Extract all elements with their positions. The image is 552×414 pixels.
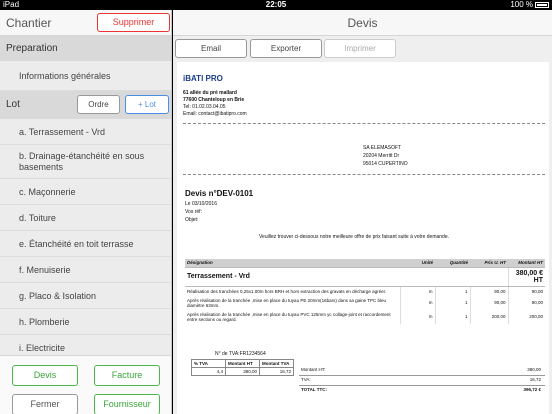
devis-button[interactable]: Devis — [12, 365, 78, 386]
divider — [183, 123, 545, 124]
lot-item[interactable]: b. Drainage-étanchéité en sous basements — [0, 145, 171, 179]
table-header-row: Désignation Unité Quantité Prix U. HT Mo… — [185, 259, 545, 267]
devis-document[interactable]: iBATI PRO 61 allée du pré mallard 77600 … — [177, 62, 549, 414]
battery-indicator: 100 % — [510, 0, 549, 10]
devis-date: Le 03/10/2016 — [185, 201, 217, 207]
col-unite: Unité — [400, 259, 435, 267]
lot-item[interactable]: d. Toiture — [0, 205, 171, 231]
informations-generales-item[interactable]: Informations générales — [0, 61, 171, 91]
total-ttc-label: TOTAL TTC: — [301, 387, 327, 392]
lot-item[interactable]: i. Electricite — [0, 335, 171, 355]
section-total: 380,00 € HT — [507, 266, 545, 287]
table-row: Après réalisation de la tranchée ,mise e… — [185, 295, 545, 310]
row-pu: 90,00 — [469, 286, 508, 296]
row-total: 90,00 — [507, 286, 545, 296]
lot-item[interactable]: a. Terrassement - Vrd — [0, 119, 171, 145]
row-total: 200,00 — [507, 309, 545, 324]
lot-item[interactable]: f. Menuiserie — [0, 257, 171, 283]
section-preparation: Preparation — [0, 36, 171, 61]
fermer-button[interactable]: Fermer — [12, 394, 78, 414]
battery-percent: 100 % — [510, 0, 533, 9]
row-qty: 1 — [434, 286, 470, 296]
lot-label: Lot — [6, 99, 20, 110]
tva-ht: 380,00 — [225, 367, 260, 376]
devis-number: Devis n°DEV-0101 — [185, 189, 254, 198]
company-tel: Tel: 01.02.03.04.05 — [183, 104, 226, 110]
tva-label: TVA: — [301, 377, 311, 382]
col-prix-u: Prix U. HT — [470, 259, 508, 267]
ordre-button[interactable]: Ordre — [77, 95, 120, 114]
divider — [299, 375, 545, 376]
status-bar: iPad 22:05 100 % — [0, 0, 552, 10]
company-address2: 77600 Chanteloup en Brie — [183, 97, 245, 103]
lot-item[interactable]: g. Placo & Isolation — [0, 283, 171, 309]
tva-col-rate: % TVA — [191, 359, 226, 368]
imprimer-button[interactable]: Imprimer — [324, 39, 396, 58]
row-pu: 90,00 — [469, 295, 508, 310]
items-table: Désignation Unité Quantité Prix U. HT Mo… — [185, 259, 545, 324]
company-name: iBATI PRO — [183, 74, 223, 83]
row-designation: Après réalisation de la tranchée ,mise e… — [187, 297, 387, 308]
clock: 22:05 — [265, 0, 287, 9]
company-email: Email: contact@ibatipro.com — [183, 111, 247, 117]
col-designation: Désignation — [185, 259, 400, 267]
row-unit: m — [399, 309, 435, 324]
row-designation: Réalisation des tranchées 0,25x1.00m hor… — [187, 288, 387, 294]
devis-title: Devis — [347, 16, 378, 30]
lot-section-header: Lot Ordre + Lot — [0, 91, 171, 119]
table-row: Réalisation des tranchées 0,25x1.00m hor… — [185, 286, 545, 296]
row-unit: m — [399, 295, 435, 310]
lot-item[interactable]: h. Plomberie — [0, 309, 171, 335]
company-address1: 61 allée du pré mallard — [183, 90, 237, 96]
vos-ref: Vos réf: — [185, 209, 202, 215]
row-qty: 1 — [434, 309, 470, 324]
row-designation: Après réalisation de la tranchée ,mise e… — [187, 311, 391, 322]
section-row: Terrassement - Vrd 380,00 € HT — [185, 266, 545, 287]
battery-icon — [535, 1, 549, 8]
row-total: 90,00 — [507, 295, 545, 310]
divider — [183, 174, 545, 175]
fournisseur-button[interactable]: Fournisseur — [94, 394, 160, 414]
col-quantite: Quantité — [435, 259, 470, 267]
montant-ht-label: Montant HT: — [301, 367, 326, 372]
add-lot-button[interactable]: + Lot — [125, 95, 169, 114]
col-montant: Montant HT — [508, 259, 545, 267]
row-pu: 200,00 — [469, 309, 508, 324]
row-qty: 1 — [434, 295, 470, 310]
lot-list[interactable]: a. Terrassement - Vrd b. Drainage-étanch… — [0, 119, 171, 355]
divider — [299, 385, 545, 386]
lot-item[interactable]: e. Étanchéité en toit terrasse — [0, 231, 171, 257]
intro-text: Veuillez trouver ci-dessous notre meille… — [259, 234, 450, 240]
table-row: Après réalisation de la tranchée ,mise e… — [185, 309, 545, 324]
lot-item[interactable]: c. Maçonnerie — [0, 179, 171, 205]
chantier-footer: Devis Facture Fermer Fournisseur — [0, 355, 171, 414]
chantier-panel: Chantier Supprimer Preparation Informati… — [0, 10, 172, 414]
devis-header: Devis — [173, 10, 552, 36]
chantier-header: Chantier Supprimer — [0, 10, 171, 36]
client-name: SA ELEMASOFT — [363, 145, 402, 151]
tva-col-tva: Montant TVA — [259, 359, 294, 368]
chantier-title: Chantier — [6, 16, 52, 30]
tva-number: N° de TVA:FR1234564 — [215, 351, 266, 357]
section-title: Terrassement - Vrd — [185, 266, 508, 287]
tva-rate: 4,4 — [191, 367, 226, 376]
tva-col-ht: Montant HT — [225, 359, 260, 368]
exporter-button[interactable]: Exporter — [250, 39, 322, 58]
client-address: 20204 Merritt Dr — [363, 153, 400, 159]
email-button[interactable]: Email — [175, 39, 247, 58]
tva-amount: 16,72 — [259, 367, 294, 376]
tva-value: 16,72 — [529, 377, 541, 382]
row-unit: m — [399, 286, 435, 296]
devis-panel: Devis Email Exporter Imprimer iBATI PRO … — [173, 10, 552, 414]
montant-ht-value: 380,00 — [527, 367, 541, 372]
supprimer-button[interactable]: Supprimer — [97, 13, 170, 32]
tva-table: % TVA Montant HT Montant TVA 4,4 380,00 … — [191, 359, 294, 376]
facture-button[interactable]: Facture — [94, 365, 160, 386]
client-city: 95014 CUPERTINO — [363, 161, 408, 167]
total-ttc-value: 396,72 € — [523, 387, 541, 392]
objet: Objet: — [185, 217, 199, 223]
